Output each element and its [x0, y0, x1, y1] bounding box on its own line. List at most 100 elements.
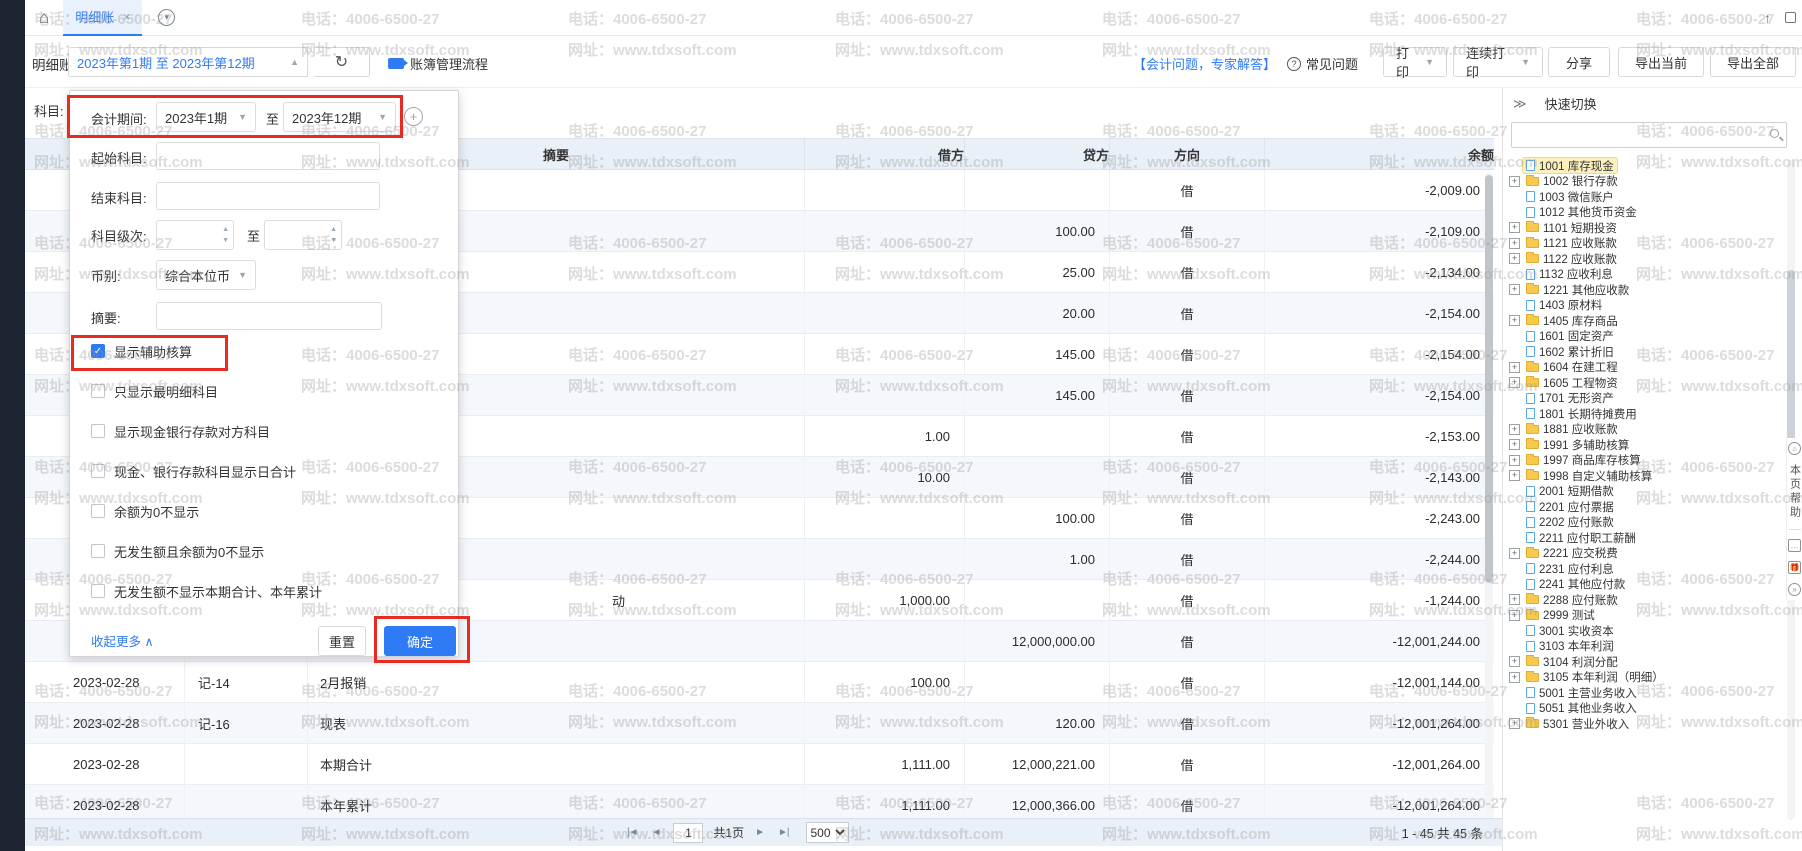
export-current-button[interactable]: 导出当前: [1618, 47, 1704, 77]
filter-checkbox[interactable]: 现金、银行存款科目显示日合计: [91, 461, 296, 481]
checkbox-icon[interactable]: [91, 464, 105, 478]
account-tree-item[interactable]: + 1701 无形资产: [1507, 391, 1785, 407]
table-scrollbar[interactable]: [1485, 173, 1493, 815]
prev-page-icon[interactable]: ◄: [652, 827, 661, 838]
period-to-select[interactable]: 2023年12期▼: [283, 102, 396, 132]
expand-plus-icon[interactable]: +: [1509, 718, 1520, 729]
next-page-icon[interactable]: ►: [755, 827, 764, 838]
page-help-label[interactable]: 本页帮助: [1787, 464, 1802, 520]
filter-checkbox[interactable]: ✓ 显示辅助核算: [91, 341, 192, 361]
level-to-stepper[interactable]: ▲▼: [264, 220, 342, 250]
table-row[interactable]: 2023-02-28 本期合计 1,111.00 12,000,221.00 借…: [25, 744, 1494, 785]
tab-history-icon[interactable]: ▾: [158, 9, 175, 26]
account-tree-item[interactable]: + 1221 其他应收款: [1507, 282, 1785, 298]
sidebar-collapse-icon[interactable]: ≫: [1513, 96, 1527, 112]
expand-plus-icon[interactable]: +: [1509, 610, 1520, 621]
account-tree-item[interactable]: + 5301 营业外收入: [1507, 716, 1785, 732]
account-tree-item[interactable]: + 2221 应交税费: [1507, 546, 1785, 562]
gift-icon[interactable]: 🎁: [1788, 561, 1801, 574]
checkbox-icon[interactable]: ✓: [91, 344, 105, 358]
column-header[interactable]: 方向: [1110, 139, 1265, 169]
account-tree-item[interactable]: + 2211 应付职工薪酬: [1507, 530, 1785, 546]
fullscreen-icon[interactable]: [1785, 12, 1796, 23]
expand-plus-icon[interactable]: +: [1509, 222, 1520, 233]
period-selector[interactable]: 2023年第1期 至 2023年第12期 ▲: [68, 47, 308, 77]
expand-plus-icon[interactable]: +: [1509, 455, 1520, 466]
collapse-rail-icon[interactable]: »: [1788, 583, 1801, 596]
confirm-button[interactable]: 确定: [384, 626, 456, 656]
refresh-button[interactable]: ↻: [314, 47, 370, 77]
expand-plus-icon[interactable]: +: [1509, 253, 1520, 264]
expand-plus-icon[interactable]: +: [1509, 176, 1520, 187]
account-tree-item[interactable]: + 3104 利润分配: [1507, 654, 1785, 670]
column-header[interactable]: 贷方: [965, 139, 1110, 169]
table-row[interactable]: 2023-02-28 记-16 现表 120.00 借 -12,001,264.…: [25, 703, 1494, 744]
account-search-input[interactable]: [1511, 122, 1787, 148]
tab-detail-ledger[interactable]: 明细账 ×: [63, 0, 142, 36]
account-tree-item[interactable]: + 1605 工程物资: [1507, 375, 1785, 391]
scroll-top-icon[interactable]: ↑: [1764, 10, 1771, 26]
table-row[interactable]: 2023-02-28 本年累计 1,111.00 12,000,366.00 借…: [25, 785, 1494, 818]
period-from-select[interactable]: 2023年1期▼: [156, 102, 256, 132]
page-number-input[interactable]: [673, 823, 703, 843]
account-tree-item[interactable]: + 1405 库存商品: [1507, 313, 1785, 329]
column-header[interactable]: 余额: [1265, 139, 1494, 169]
account-tree-item[interactable]: + 2202 应付账款: [1507, 515, 1785, 531]
account-tree-item[interactable]: + 1604 在建工程: [1507, 360, 1785, 376]
account-tree-item[interactable]: + 1991 多辅助核算: [1507, 437, 1785, 453]
page-size-select[interactable]: 500: [806, 822, 849, 843]
expand-plus-icon[interactable]: +: [1509, 284, 1520, 295]
expand-plus-icon[interactable]: +: [1509, 470, 1520, 481]
account-tree-item[interactable]: + 2231 应付利息: [1507, 561, 1785, 577]
account-tree-item[interactable]: + 1002 银行存款: [1507, 174, 1785, 190]
account-tree-item[interactable]: + 1101 短期投资: [1507, 220, 1785, 236]
account-tree-item[interactable]: + 1997 商品库存核算: [1507, 453, 1785, 469]
print-button[interactable]: 打印▼: [1383, 47, 1447, 77]
account-tree-item[interactable]: + 3103 本年利润: [1507, 639, 1785, 655]
expert-qa-link[interactable]: 【会计问题，专家解答】: [1133, 54, 1276, 73]
expand-plus-icon[interactable]: +: [1509, 424, 1520, 435]
account-tree-item[interactable]: + 1801 长期待摊费用: [1507, 406, 1785, 422]
filter-checkbox[interactable]: 无发生额且余额为0不显示: [91, 541, 264, 561]
account-tree-item[interactable]: + 1122 应收账款: [1507, 251, 1785, 267]
summary-filter-input[interactable]: [156, 302, 382, 330]
first-page-icon[interactable]: |◄: [627, 827, 638, 838]
expand-plus-icon[interactable]: +: [1509, 238, 1520, 249]
checkbox-icon[interactable]: [91, 384, 105, 398]
account-tree-item[interactable]: + 1881 应收账款: [1507, 422, 1785, 438]
checkbox-icon[interactable]: [91, 584, 105, 598]
expand-plus-icon[interactable]: +: [1509, 315, 1520, 326]
account-tree-item[interactable]: + 3001 实收资本: [1507, 623, 1785, 639]
tab-close-icon[interactable]: ×: [123, 10, 130, 24]
end-subject-input[interactable]: [156, 182, 380, 210]
account-tree-item[interactable]: + 1001 库存现金: [1507, 158, 1785, 174]
filter-checkbox[interactable]: 无发生额不显示本期合计、本年累计: [91, 581, 322, 601]
account-tree-item[interactable]: + 5001 主营业务收入: [1507, 685, 1785, 701]
account-tree-item[interactable]: + 3105 本年利润（明细）: [1507, 670, 1785, 686]
account-tree-item[interactable]: + 2288 应付账款: [1507, 592, 1785, 608]
expand-plus-icon[interactable]: +: [1509, 656, 1520, 667]
account-tree-item[interactable]: + 1012 其他货币资金: [1507, 205, 1785, 221]
start-subject-input[interactable]: [156, 142, 380, 170]
collapse-more-link[interactable]: 收起更多 ∧: [91, 631, 154, 650]
account-tree-item[interactable]: + 2201 应付票据: [1507, 499, 1785, 515]
account-tree-item[interactable]: + 1601 固定资产: [1507, 329, 1785, 345]
lightbulb-icon[interactable]: ☼: [1788, 442, 1801, 455]
share-button[interactable]: 分享: [1548, 47, 1610, 77]
faq-link[interactable]: ? 常见问题: [1287, 54, 1358, 73]
reset-button[interactable]: 重置: [318, 626, 366, 656]
feedback-icon[interactable]: …: [1788, 539, 1801, 552]
account-tree-item[interactable]: + 5051 其他业务收入: [1507, 701, 1785, 717]
filter-checkbox[interactable]: 显示现金银行存款对方科目: [91, 421, 270, 441]
ledger-flow-link[interactable]: 账簿管理流程: [388, 54, 488, 73]
table-scrollbar-thumb[interactable]: [1485, 175, 1493, 583]
account-tree-item[interactable]: + 2999 测试: [1507, 608, 1785, 624]
currency-select[interactable]: 综合本位币▼: [156, 260, 256, 290]
expand-plus-icon[interactable]: +: [1509, 672, 1520, 683]
table-row[interactable]: 2023-02-28 记-14 2月报销 100.00 借 -12,001,14…: [25, 662, 1494, 703]
column-header[interactable]: 借方: [805, 139, 965, 169]
account-tree-item[interactable]: + 2001 短期借款: [1507, 484, 1785, 500]
level-from-stepper[interactable]: ▲▼: [156, 220, 234, 250]
checkbox-icon[interactable]: [91, 504, 105, 518]
export-all-button[interactable]: 导出全部: [1710, 47, 1796, 77]
